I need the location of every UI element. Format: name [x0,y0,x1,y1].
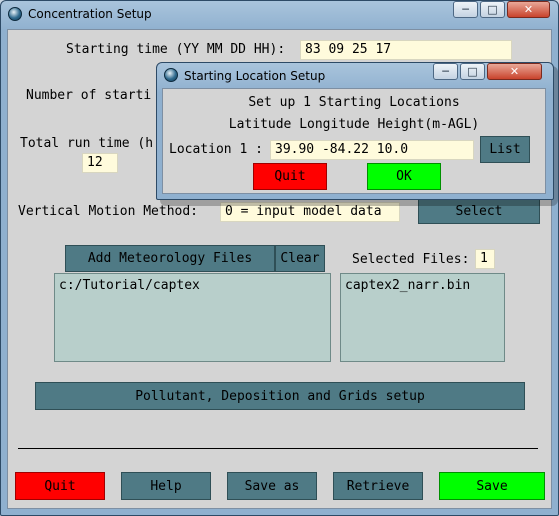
dialog-quit-button[interactable]: Quit [253,163,327,190]
close-icon[interactable]: ✕ [507,1,550,18]
run-time-input[interactable]: 12 [82,153,118,173]
clear-button[interactable]: Clear [275,245,325,272]
add-meteorology-files-button[interactable]: Add Meteorology Files [65,245,275,272]
dialog-title: Starting Location Setup [184,69,326,83]
main-window-title: Concentration Setup [28,7,152,21]
maximize-icon[interactable]: □ [460,63,485,80]
run-time-label: Total run time (h [20,136,154,151]
pollutant-setup-button[interactable]: Pollutant, Deposition and Grids setup [35,382,525,410]
vertical-motion-label: Vertical Motion Method: [18,204,199,219]
file-listbox[interactable]: captex2_narr.bin [340,273,505,362]
divider [18,448,538,449]
help-button[interactable]: Help [121,472,211,500]
dialog-subheading: Latitude Longitude Height(m-AGL) [228,117,480,132]
dialog-ok-button[interactable]: OK [367,163,441,190]
minimize-icon[interactable]: ─ [453,1,478,18]
retrieve-button[interactable]: Retrieve [333,472,423,500]
close-icon[interactable]: ✕ [487,63,542,80]
dialog-heading: Set up 1 Starting Locations [248,95,460,110]
selected-files-count[interactable]: 1 [475,249,495,269]
save-button[interactable]: Save [439,472,545,500]
starting-time-label: Starting time (YY MM DD HH): [66,42,286,57]
quit-button[interactable]: Quit [15,472,105,500]
location-input[interactable]: 39.90 -84.22 10.0 [270,140,474,160]
maximize-icon[interactable]: □ [480,1,505,18]
app-globe-icon [164,68,178,82]
list-item[interactable]: captex2_narr.bin [345,278,500,293]
location-label: Location 1 : [169,142,263,157]
list-button[interactable]: List [480,136,530,163]
directory-listbox[interactable]: c:/Tutorial/captex [54,273,331,362]
save-as-button[interactable]: Save as [227,472,317,500]
minimize-icon[interactable]: ─ [433,63,458,80]
selected-files-label: Selected Files: [352,252,470,267]
num-locations-label: Number of starti [26,88,152,103]
app-globe-icon [8,7,22,21]
list-item[interactable]: c:/Tutorial/captex [59,278,326,293]
starting-time-input[interactable]: 83 09 25 17 [300,40,512,60]
